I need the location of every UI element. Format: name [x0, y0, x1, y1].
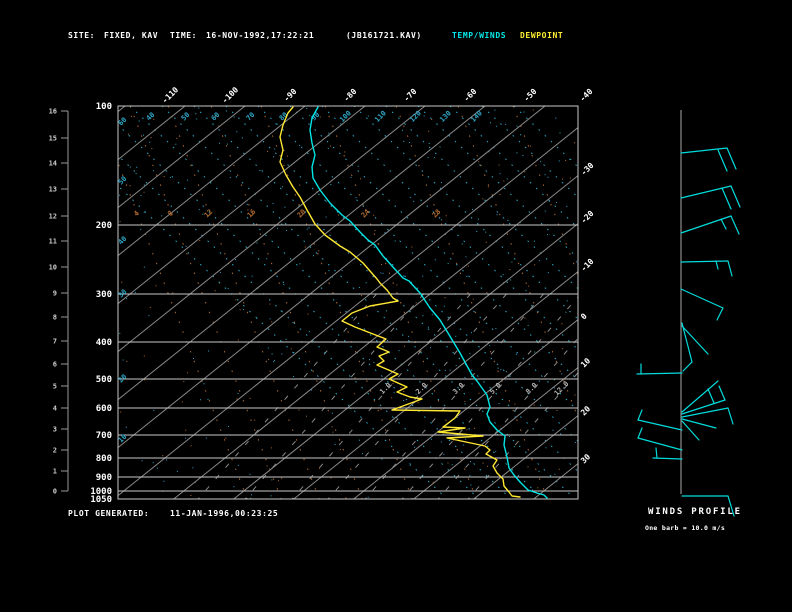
svg-text:40: 40 [145, 111, 157, 123]
wind-barb [652, 447, 683, 460]
svg-text:6: 6 [53, 361, 57, 369]
svg-text:30: 30 [117, 288, 129, 300]
skewt-screen: SITE: FIXED, KAV TIME: 16-NOV-1992,17:22… [0, 0, 792, 612]
svg-text:110: 110 [373, 109, 388, 124]
svg-text:15: 15 [49, 135, 57, 143]
svg-text:900: 900 [96, 473, 112, 483]
svg-text:-60: -60 [462, 87, 479, 104]
svg-text:14: 14 [49, 160, 57, 168]
height-axis-ticks: 012345678910111213141516 [49, 108, 69, 496]
winds-profile [636, 110, 741, 517]
svg-text:20: 20 [296, 208, 308, 220]
svg-text:300: 300 [96, 290, 112, 300]
svg-text:-100: -100 [220, 85, 240, 105]
svg-text:-90: -90 [282, 87, 299, 104]
svg-text:600: 600 [96, 404, 112, 414]
svg-text:28: 28 [431, 208, 443, 220]
svg-text:10: 10 [49, 264, 57, 272]
wind-barb [680, 288, 724, 321]
wind-barb [680, 215, 740, 235]
svg-text:-80: -80 [342, 87, 359, 104]
svg-text:-20: -20 [579, 209, 596, 226]
svg-text:20: 20 [579, 404, 592, 417]
svg-text:700: 700 [96, 431, 112, 441]
svg-text:5: 5 [53, 383, 57, 391]
svg-text:60: 60 [210, 111, 222, 123]
svg-text:1: 1 [53, 468, 57, 476]
top-temperature-labels: -110 -100 -90 -80 -70 -60 -50 -40 [160, 85, 594, 105]
svg-text:24: 24 [360, 208, 372, 220]
svg-text:4: 4 [132, 209, 141, 218]
winds-barb-legend: One barb = 10.0 m/s [645, 524, 726, 532]
svg-text:8: 8 [53, 314, 57, 322]
svg-text:400: 400 [96, 338, 112, 348]
svg-text:200: 200 [96, 221, 112, 231]
moist-labels: 4 8 12 16 20 24 28 [132, 208, 442, 220]
svg-text:-10: -10 [579, 257, 596, 274]
wind-barb [680, 147, 737, 172]
right-temperature-labels: -30 -20 -10 0 10 20 30 [579, 161, 596, 466]
wind-barb [680, 185, 741, 210]
svg-text:4: 4 [53, 405, 57, 413]
svg-text:40: 40 [117, 235, 129, 247]
svg-text:500: 500 [96, 375, 112, 385]
svg-text:2.0: 2.0 [414, 381, 429, 396]
svg-text:100: 100 [338, 109, 353, 124]
svg-text:12: 12 [203, 208, 215, 220]
svg-text:100: 100 [96, 102, 112, 112]
svg-text:1.0: 1.0 [378, 381, 393, 396]
wind-barb [681, 380, 734, 441]
svg-text:800: 800 [96, 454, 112, 464]
svg-text:-30: -30 [579, 161, 596, 178]
svg-text:-110: -110 [160, 85, 180, 105]
svg-text:60: 60 [117, 116, 129, 128]
svg-text:-50: -50 [522, 87, 539, 104]
wind-barb [681, 322, 709, 372]
moist-adiabat-lines [118, 106, 578, 499]
svg-text:5.0: 5.0 [488, 381, 503, 396]
svg-text:70: 70 [245, 111, 257, 123]
svg-text:2: 2 [53, 447, 57, 455]
svg-text:20: 20 [117, 373, 129, 385]
svg-text:12: 12 [49, 213, 57, 221]
svg-text:130: 130 [438, 109, 453, 124]
svg-text:30: 30 [579, 452, 592, 465]
mixing-labels: 1.0 2.0 3.0 5.0 8.0 12.0 [378, 380, 570, 398]
svg-text:8.0: 8.0 [524, 381, 539, 396]
theta-labels-top: 40 50 60 70 80 90 100 110 120 130 140 [145, 109, 484, 124]
svg-text:7: 7 [53, 338, 57, 346]
svg-text:11: 11 [49, 238, 57, 246]
svg-text:13: 13 [49, 186, 57, 194]
wind-barb [637, 409, 683, 431]
svg-text:10: 10 [579, 356, 592, 369]
plot-generated-label: PLOT GENERATED: [68, 509, 150, 518]
svg-text:0: 0 [579, 312, 589, 322]
wind-barb [637, 427, 683, 451]
winds-profile-title: WINDS PROFILE [648, 507, 742, 517]
svg-text:3: 3 [53, 426, 57, 434]
svg-text:1050: 1050 [90, 495, 112, 505]
plot-generated-value: 11-JAN-1996,00:23:25 [170, 509, 279, 518]
skewt-chart: 40 50 60 70 80 90 100 110 120 130 1406050403020104… [49, 85, 741, 517]
svg-text:140: 140 [469, 109, 484, 124]
pressure-axis-labels: 10020030040050060070080090010001050 [90, 102, 112, 505]
wind-barb [636, 363, 683, 375]
svg-text:120: 120 [408, 109, 423, 124]
svg-text:0: 0 [53, 488, 57, 496]
dry-adiabat-lines [118, 106, 578, 499]
svg-text:9: 9 [53, 290, 57, 298]
svg-text:-40: -40 [578, 87, 595, 104]
svg-text:16: 16 [49, 108, 57, 116]
dewpoint-curve [279, 106, 521, 498]
wind-barb [680, 260, 733, 277]
svg-text:-70: -70 [402, 87, 419, 104]
svg-text:12.0: 12.0 [553, 380, 571, 398]
svg-text:50: 50 [180, 111, 192, 123]
